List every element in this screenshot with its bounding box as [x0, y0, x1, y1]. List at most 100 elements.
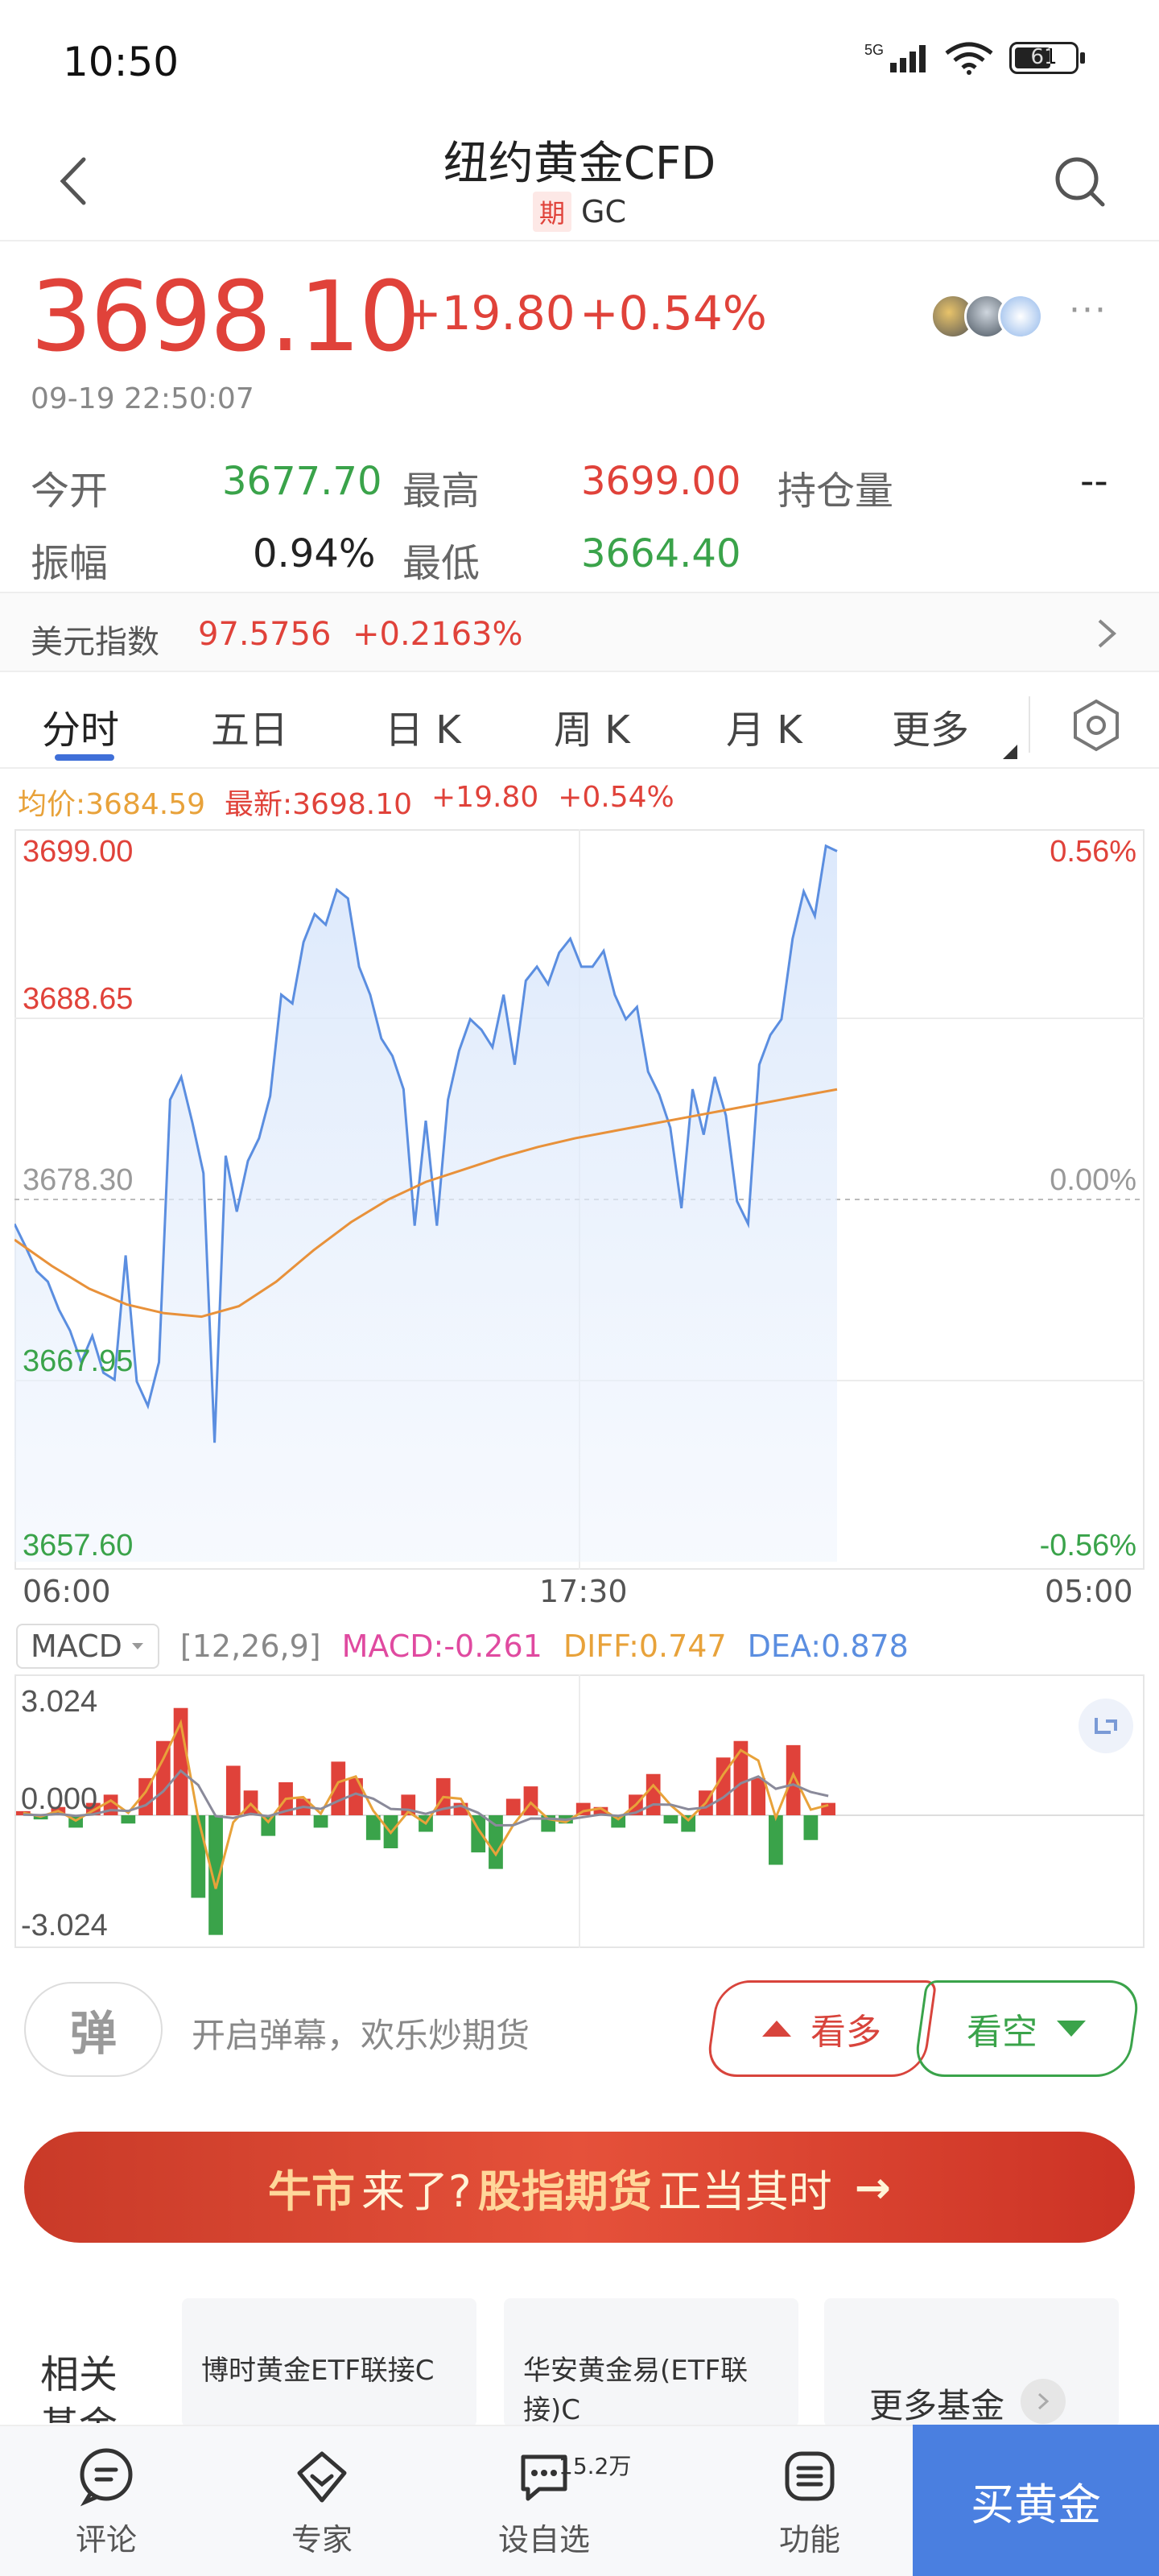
barrage-toggle-button[interactable]: 弹 [24, 1982, 163, 2077]
more-icon[interactable]: ··· [1069, 290, 1107, 331]
tab-intraday[interactable]: 分时 [42, 698, 119, 754]
avatar [998, 294, 1043, 339]
legend-change-pct: +0.54% [558, 781, 674, 814]
fund-card[interactable]: 博时黄金ETF联接C [182, 2298, 476, 2427]
y-tick-label: 3678.30 [23, 1163, 133, 1197]
tab-daily-k[interactable]: 日 K [385, 698, 461, 754]
divider [1029, 696, 1030, 753]
price-area [14, 845, 837, 1562]
chevron-right-icon [1021, 2379, 1066, 2424]
futures-badge: 期 [533, 192, 572, 232]
indicator-name: MACD [31, 1629, 122, 1664]
high-value: 3699.00 [581, 459, 741, 504]
macd-histogram-bar [121, 1815, 136, 1824]
macd-histogram-bar [663, 1815, 678, 1824]
search-icon[interactable] [1051, 153, 1107, 209]
tab-five-day[interactable]: 五日 [211, 698, 288, 754]
triangle-down-icon [1057, 2021, 1086, 2037]
fund-name: 华安黄金易(ETF联接)C [523, 2355, 749, 2426]
macd-y-tick: -3.024 [21, 1909, 108, 1942]
bullish-button[interactable]: 看多 [704, 1980, 938, 2077]
tab-weekly-k[interactable]: 周 K [554, 698, 630, 754]
open-label: 今开 [31, 469, 109, 514]
buy-gold-button[interactable]: 买黄金 [913, 2425, 1159, 2576]
macd-histogram-bar [751, 1777, 766, 1815]
instrument-name: 纽约黄金CFD [443, 138, 716, 190]
price-change: +19.80 [402, 286, 575, 341]
macd-histogram-bar [645, 1773, 661, 1815]
usd-index-value: 97.5756 [198, 616, 332, 653]
macd-histogram-bar [191, 1815, 206, 1898]
expert-icon [297, 2451, 347, 2503]
time-tick: 05:00 [1045, 1574, 1133, 1609]
status-time: 10:50 [63, 39, 179, 85]
y-tick-label: 3667.95 [23, 1344, 133, 1378]
open-interest-value: -- [1080, 459, 1108, 504]
y-tick-label: 3688.65 [23, 982, 133, 1016]
macd-histogram-bar [313, 1815, 328, 1828]
legend-change: +19.80 [431, 781, 539, 814]
chart-legend: 均价:3684.59 最新:3698.10 +19.80 +0.54% [18, 781, 674, 823]
macd-chart[interactable]: 3.024 0.000 -3.024 [14, 1674, 1145, 1948]
dropdown-corner-icon [1003, 745, 1017, 759]
high-label: 最高 [402, 469, 481, 514]
expand-icon [1079, 1699, 1133, 1753]
barrage-icon: 弹 [69, 2006, 117, 2061]
nav-comments[interactable]: 评论 [42, 2444, 171, 2559]
legend-average-price: 均价:3684.59 [18, 788, 205, 821]
nav-label: 设自选 [497, 2522, 590, 2557]
banner-text: 正当其时 [658, 2165, 832, 2217]
intraday-chart[interactable]: 3699.00 3688.65 3678.30 3667.95 3657.60 0.56%… [14, 829, 1145, 1570]
open-value: 3677.70 [222, 459, 382, 504]
bearish-button[interactable]: 看空 [912, 1980, 1142, 2077]
fund-card[interactable]: 华安黄金易(ETF联接)C [504, 2298, 798, 2427]
nav-functions[interactable]: 功能 [745, 2444, 874, 2559]
nav-label: 专家 [291, 2522, 353, 2557]
more-funds-button[interactable]: 更多基金 [824, 2298, 1119, 2427]
banner-text: 牛市 [268, 2165, 356, 2217]
arrow-right-icon: → [854, 2161, 891, 2213]
settings-icon[interactable] [1069, 698, 1124, 753]
macd-histogram-bar [681, 1815, 696, 1832]
time-axis: 06:00 17:30 05:00 [0, 1574, 1159, 1614]
nav-experts[interactable]: 专家 [258, 2444, 386, 2559]
battery-icon: 61 [1009, 40, 1087, 76]
nav-label: 评论 [75, 2522, 137, 2557]
usd-index-change: +0.2163% [353, 616, 523, 653]
y-pct-tick-label: 0.00% [1050, 1163, 1136, 1197]
last-price: 3698.10 [31, 262, 420, 374]
community-avatars[interactable] [930, 294, 1043, 339]
active-tab-indicator [55, 754, 114, 761]
y-tick-label: 3657.60 [23, 1529, 133, 1563]
battery-level: 61 [1030, 45, 1058, 69]
macd-histogram-bar [489, 1815, 503, 1869]
usd-index-label: 美元指数 [31, 624, 159, 661]
network-type-label: 5G [864, 42, 884, 58]
macd-y-tick: 3.024 [21, 1685, 97, 1719]
macd-histogram-bar [786, 1744, 801, 1815]
usd-index-row[interactable]: 美元指数 97.5756 +0.2163% [0, 592, 1159, 672]
dea-value: DEA:0.878 [747, 1629, 909, 1664]
quote-timestamp: 09-19 22:50:07 [31, 382, 254, 415]
indicator-select[interactable]: MACD [16, 1624, 159, 1669]
tab-more[interactable]: 更多 [892, 698, 969, 754]
macd-y-tick: 0.000 [21, 1782, 97, 1816]
price-change-pct: +0.54% [580, 286, 767, 341]
macd-histogram-bar [155, 1740, 171, 1815]
macd-histogram-bar [769, 1815, 783, 1865]
barrage-placeholder[interactable]: 开启弹幕，欢乐炒期货 [192, 2008, 530, 2058]
y-tick-label: 3699.00 [23, 835, 133, 869]
promo-banner[interactable]: 牛市 来了? 股指期货 正当其时 → [24, 2132, 1135, 2243]
wifi-icon [945, 42, 993, 75]
watchlist-count-badge: 15.2万 [559, 2453, 632, 2479]
tab-monthly-k[interactable]: 月 K [726, 698, 802, 754]
amplitude-value: 0.94% [253, 531, 376, 576]
amplitude-label: 振幅 [31, 541, 109, 586]
instrument-symbol: GC [581, 194, 626, 229]
chevron-right-icon [1098, 619, 1117, 648]
legend-latest-price: 最新:3698.10 [225, 788, 412, 821]
status-icons: 5G 61 [864, 40, 1087, 76]
macd-value: MACD:-0.261 [341, 1629, 542, 1664]
chart-tabs: 分时 五日 日 K 周 K 月 K 更多 [0, 680, 1159, 769]
more-funds-label: 更多基金 [869, 2386, 1005, 2425]
